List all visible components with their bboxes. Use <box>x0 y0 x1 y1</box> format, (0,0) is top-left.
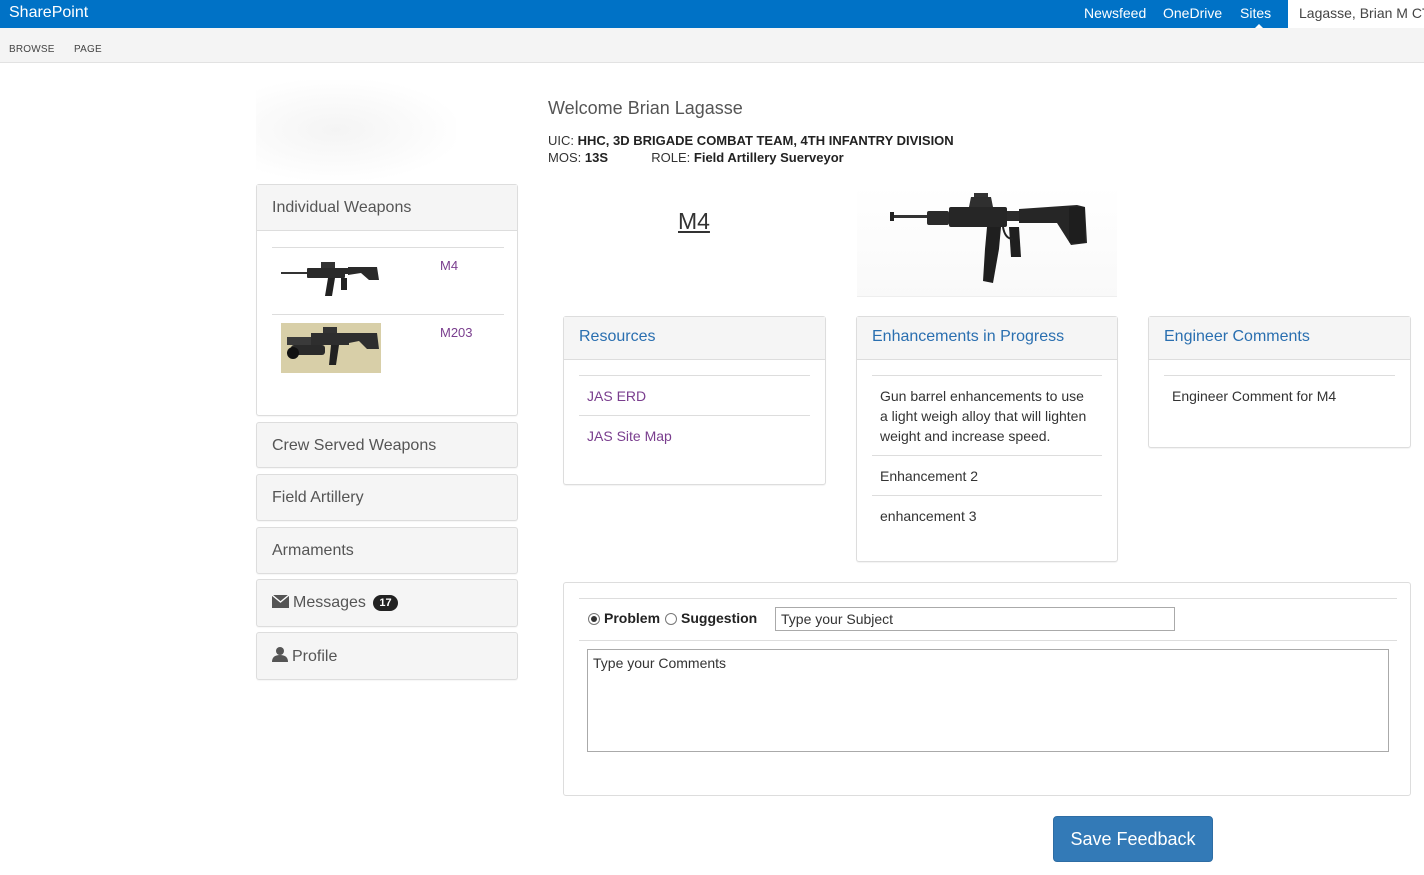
mos-value: 13S <box>584 150 608 165</box>
panel-individual-weapons: Individual Weapons M4 M203 <box>256 184 518 416</box>
problem-radio-label[interactable]: Problem <box>604 610 660 626</box>
ribbon: BROWSE PAGE <box>0 28 1424 63</box>
panel-messages[interactable]: Messages 17 <box>256 579 518 627</box>
nav-newsfeed[interactable]: Newsfeed <box>1084 0 1146 28</box>
role-label: ROLE: <box>651 150 691 165</box>
site-logo <box>256 80 456 180</box>
resources-card-title: Resources <box>564 317 825 360</box>
engineer-comment-item: Engineer Comment for M4 <box>1164 375 1395 415</box>
panel-armaments-header[interactable]: Armaments <box>257 528 517 574</box>
panel-individual-weapons-header[interactable]: Individual Weapons <box>257 185 517 231</box>
resources-card: Resources JAS ERD JAS Site Map <box>563 316 826 485</box>
user-icon <box>272 647 288 667</box>
enhancement-item: Enhancement 2 <box>872 455 1102 495</box>
suite-nav-onedrive: OneDrive <box>1163 0 1222 28</box>
panel-crew-served-weapons[interactable]: Crew Served Weapons <box>256 422 518 468</box>
weapon-item-m4[interactable]: M4 <box>272 247 504 314</box>
enhancements-card: Enhancements in Progress Gun barrel enha… <box>856 316 1118 562</box>
weapon-link-m203[interactable]: M203 <box>440 325 473 340</box>
feedback-form: Problem Suggestion <box>563 582 1411 796</box>
suite-bar: SharePoint Newsfeed OneDrive Sites Lagas… <box>0 0 1424 28</box>
nav-onedrive[interactable]: OneDrive <box>1163 0 1222 28</box>
suggestion-radio[interactable] <box>665 613 677 625</box>
panel-field-artillery[interactable]: Field Artillery <box>256 474 518 521</box>
resource-link-jas-site-map[interactable]: JAS Site Map <box>579 415 810 455</box>
suite-nav: Newsfeed <box>1084 0 1146 28</box>
envelope-icon <box>271 594 290 613</box>
resource-link-jas-erd[interactable]: JAS ERD <box>579 375 810 415</box>
problem-radio[interactable] <box>588 613 600 625</box>
messages-label: Messages <box>293 594 366 611</box>
mos-role-line: MOS: 13S ROLE: Field Artillery Suerveyor <box>548 150 844 165</box>
m4-rifle-icon <box>890 193 1087 283</box>
weapon-title[interactable]: M4 <box>678 208 710 235</box>
sharepoint-brand-link[interactable]: SharePoint <box>9 4 88 22</box>
panel-profile[interactable]: Profile <box>256 632 518 680</box>
engineer-comments-card-title: Engineer Comments <box>1149 317 1410 360</box>
mos-label: MOS: <box>548 150 582 165</box>
enhancements-card-title: Enhancements in Progress <box>857 317 1117 360</box>
panel-field-artillery-header[interactable]: Field Artillery <box>257 475 517 521</box>
engineer-comments-card: Engineer Comments Engineer Comment for M… <box>1148 316 1411 448</box>
ribbon-tab-page[interactable]: PAGE <box>74 44 102 55</box>
uic-value: HHC, 3D BRIGADE COMBAT TEAM, 4TH INFANTR… <box>577 133 954 148</box>
profile-label: Profile <box>292 648 338 665</box>
enhancement-item: Gun barrel enhancements to use a light w… <box>872 375 1102 455</box>
m4-thumbnail-icon[interactable] <box>281 256 381 306</box>
welcome-heading: Welcome Brian Lagasse <box>548 98 743 118</box>
panel-messages-header[interactable]: Messages 17 <box>257 580 517 626</box>
save-feedback-button[interactable]: Save Feedback <box>1053 816 1213 862</box>
ribbon-tab-browse[interactable]: BROWSE <box>9 44 55 55</box>
weapon-item-m203[interactable]: M203 <box>272 314 504 381</box>
suggestion-radio-label[interactable]: Suggestion <box>681 610 757 626</box>
uic-line: UIC: HHC, 3D BRIGADE COMBAT TEAM, 4TH IN… <box>548 133 954 148</box>
panel-profile-header[interactable]: Profile <box>257 633 517 679</box>
user-menu[interactable]: Lagasse, Brian M CTR <box>1288 0 1424 28</box>
enhancement-item: enhancement 3 <box>872 495 1102 535</box>
panel-armaments[interactable]: Armaments <box>256 527 518 574</box>
messages-count-badge: 17 <box>373 595 398 611</box>
subject-input[interactable] <box>775 607 1175 631</box>
weapon-hero-image <box>857 185 1117 297</box>
m203-thumbnail-icon[interactable] <box>281 323 381 373</box>
divider <box>579 598 1397 599</box>
uic-label: UIC: <box>548 133 574 148</box>
weapon-link-m4[interactable]: M4 <box>440 258 458 273</box>
panel-crew-served-weapons-header[interactable]: Crew Served Weapons <box>257 423 517 469</box>
comments-textarea[interactable] <box>587 649 1389 752</box>
role-value: Field Artillery Suerveyor <box>693 150 844 165</box>
divider <box>579 640 1397 641</box>
